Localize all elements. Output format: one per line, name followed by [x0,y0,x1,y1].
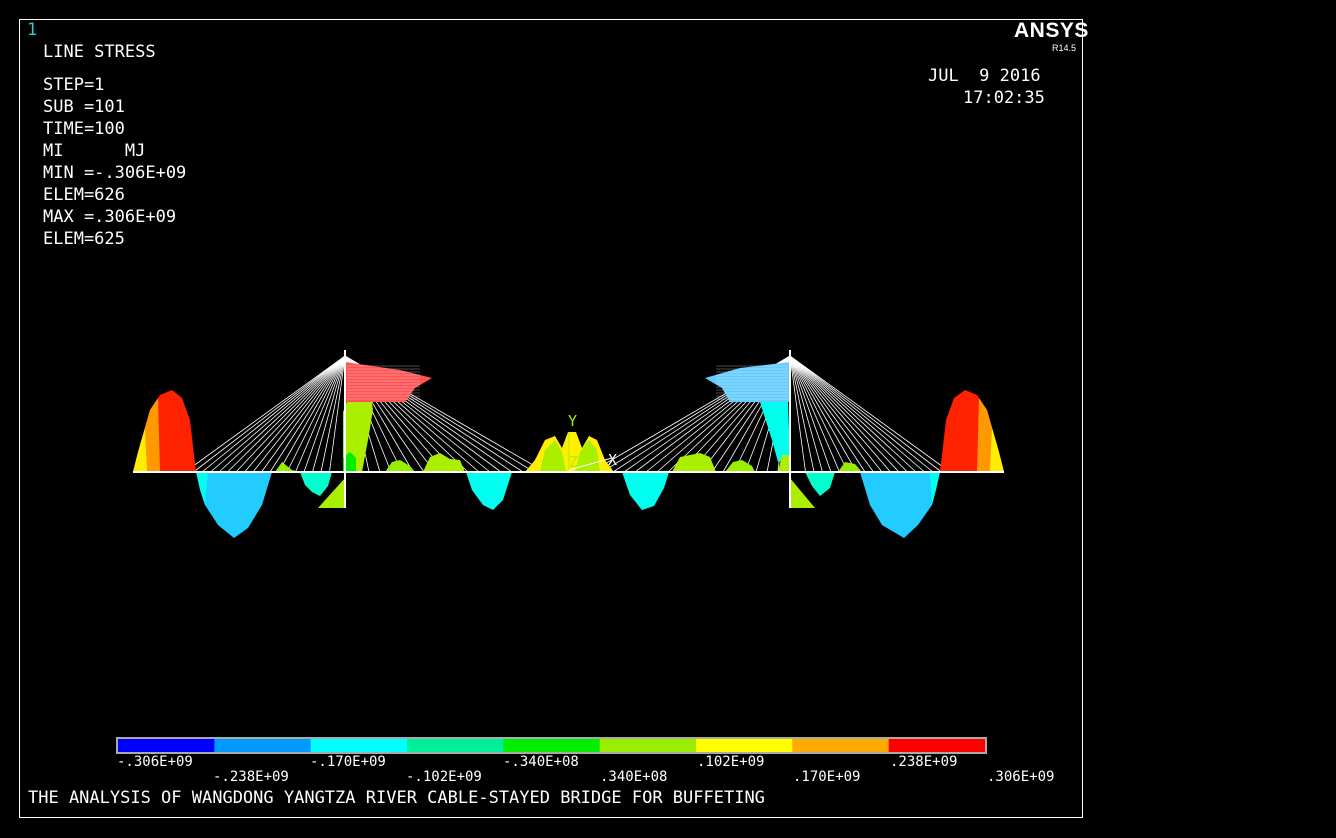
legend-label-7: .102E+09 [697,754,765,770]
legend-label-8: .170E+09 [793,769,861,785]
pylon-right-stress [760,402,790,462]
legend-label-3: -.170E+09 [310,754,386,770]
stay-cable [227,355,346,473]
stay-cable [184,355,346,473]
stay-cable [252,355,346,473]
negative-stress-regions [196,472,940,538]
stay-cable [789,355,917,473]
stay-cable [789,355,951,473]
legend-color-box [599,739,697,752]
stay-cable [218,355,346,473]
legend-color-box [792,739,890,752]
triad-y-label: Y [568,412,577,430]
triad-x-label: X [608,451,617,469]
bridge-stress-plot: Y Z X [116,350,1004,754]
stay-cable [789,355,849,473]
legend-color-box [696,739,793,752]
stay-cable [789,355,942,473]
stress-trough-right [860,472,940,538]
contour-legend-bar [116,737,987,754]
stay-cable [789,355,857,473]
legend-color-box [888,739,986,752]
legend-label-1: -.306E+09 [117,754,193,770]
stay-cable [789,355,934,473]
legend-color-box [118,739,215,752]
legend-color-box [214,739,312,752]
legend-label-2: -.238E+09 [213,769,289,785]
legend-label-9: .238E+09 [890,754,958,770]
legend-label-4: -.102E+09 [406,769,482,785]
stay-cable [789,355,908,473]
stay-cable [286,355,346,473]
legend-label-6: .340E+08 [600,769,668,785]
stay-cable [789,355,866,473]
stay-cable [193,355,346,473]
legend-color-box [503,739,601,752]
stay-cable [269,355,346,473]
triad-z-label: Z [569,453,578,471]
plot-title: THE ANALYSIS OF WANGDONG YANGTZA RIVER C… [28,788,765,808]
stress-trough-left [196,472,272,538]
stay-cable [789,355,883,473]
legend-label-max: .306E+09 [987,769,1055,785]
legend-color-box [407,739,504,752]
stay-cable [201,355,346,473]
stay-cable [278,355,346,473]
legend-color-box [310,739,408,752]
stay-cable [244,355,346,473]
legend-label-5: -.340E+08 [503,754,579,770]
stay-cable [789,355,891,473]
